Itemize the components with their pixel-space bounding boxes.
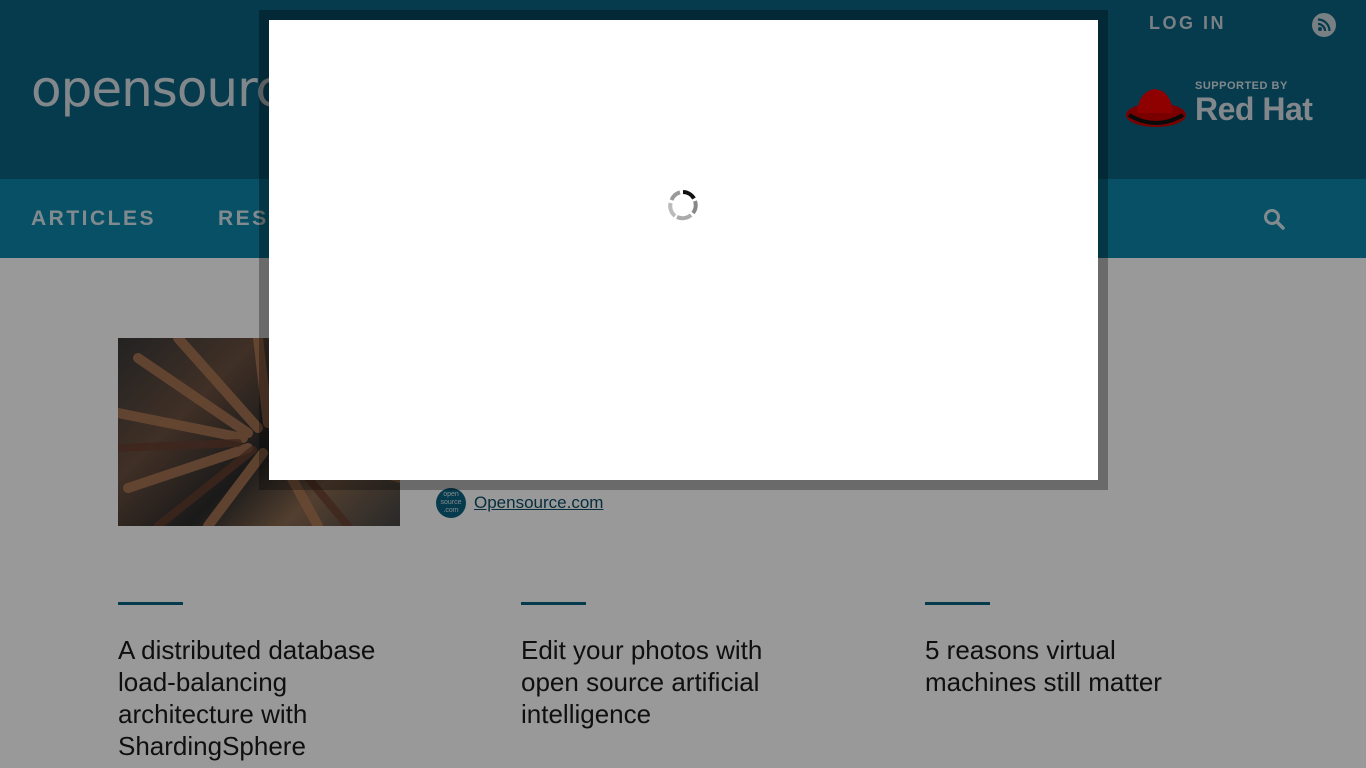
modal-dialog <box>269 20 1098 480</box>
loading-spinner-icon <box>667 189 699 221</box>
